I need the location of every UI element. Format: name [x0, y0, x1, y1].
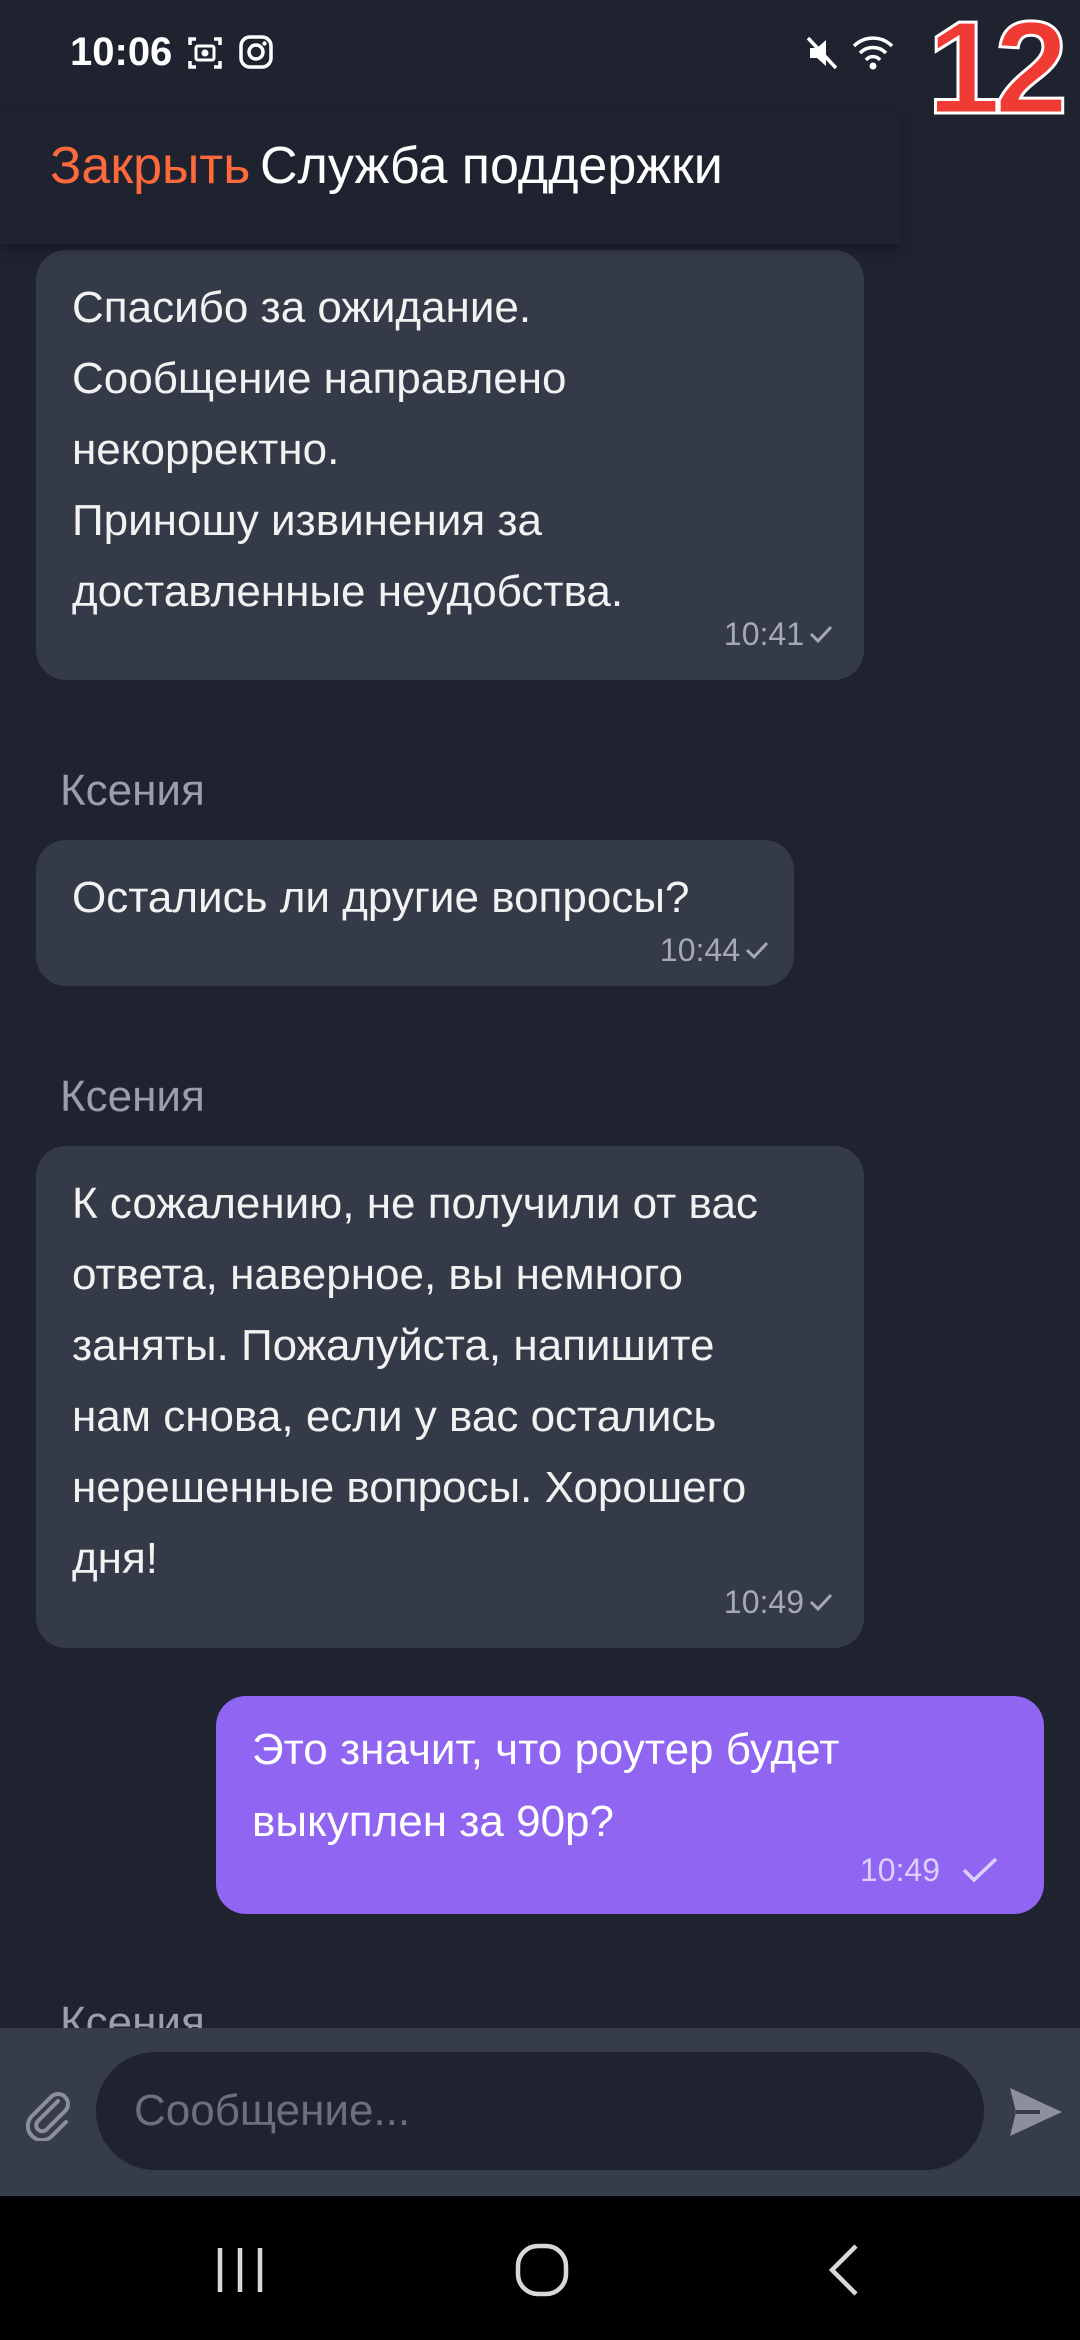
message-input[interactable] — [96, 2052, 984, 2170]
overlay-number: 12 — [926, 0, 1070, 141]
message-time: 10:41 — [723, 616, 804, 652]
home-icon[interactable] — [512, 2240, 572, 2305]
instagram-icon — [238, 34, 274, 75]
outgoing-message: Это значит, что роутер будет выкуплен за… — [216, 1696, 1044, 1914]
status-time: 10:06 — [70, 30, 173, 74]
page-title: Служба поддержки — [260, 137, 723, 195]
incoming-message: К сожалению, не получили от вас ответа, … — [36, 1146, 864, 1648]
close-button[interactable]: Закрыть — [50, 136, 250, 196]
sender-name: Ксения — [60, 1072, 205, 1121]
message-time: 10:44 — [659, 932, 740, 968]
screenshot-icon — [186, 34, 224, 77]
incoming-message: Спасибо за ожидание. Сообщение направлен… — [36, 250, 864, 680]
attach-icon[interactable] — [20, 2085, 76, 2146]
message-time: 10:49 — [723, 1584, 804, 1620]
sender-name: Ксения — [60, 766, 205, 815]
check-icon — [809, 1593, 833, 1612]
wifi-icon — [852, 34, 894, 77]
recent-apps-icon[interactable] — [212, 2240, 268, 2305]
message-list[interactable]: Спасибо за ожидание. Сообщение направлен… — [0, 244, 1080, 2028]
check-icon — [962, 1857, 998, 1883]
status-bar: 10:06 12 — [0, 0, 1080, 135]
send-icon[interactable] — [1006, 2082, 1066, 2147]
incoming-message: Остались ли другие вопросы? 10:44 — [36, 840, 794, 986]
check-icon — [745, 941, 769, 960]
sender-name: Ксения — [60, 1998, 205, 2028]
message-meta: 10:49 — [860, 1854, 1000, 1886]
message-meta: 10:41 — [724, 618, 834, 650]
message-text: Спасибо за ожидание. Сообщение направлен… — [72, 283, 624, 616]
message-text: Это значит, что роутер будет выкуплен за… — [252, 1725, 840, 1846]
message-text: К сожалению, не получили от вас ответа, … — [72, 1179, 758, 1583]
message-meta: 10:49 — [724, 1586, 834, 1618]
back-icon[interactable] — [822, 2240, 866, 2305]
message-text: Остались ли другие вопросы? — [72, 873, 690, 922]
check-icon — [809, 625, 833, 644]
message-meta: 10:44 — [660, 934, 770, 966]
mute-icon — [804, 34, 840, 77]
message-time: 10:49 — [859, 1852, 940, 1888]
